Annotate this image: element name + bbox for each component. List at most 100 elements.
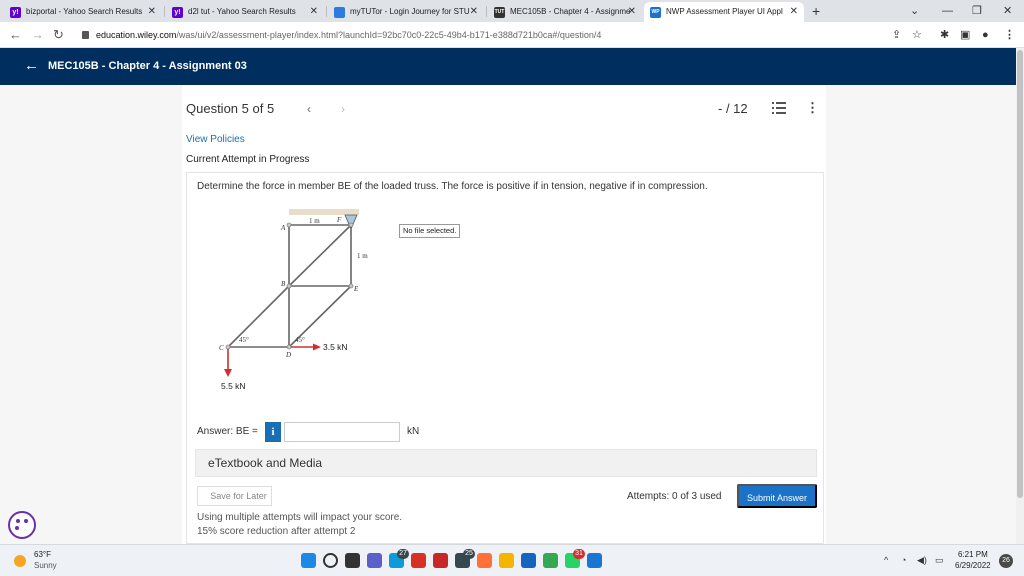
answer-label: Answer: BE = (197, 426, 258, 437)
tab-label: NWP Assessment Player UI Appl (666, 7, 783, 16)
save-for-later-button[interactable]: Save for Later (197, 486, 272, 506)
task-view-icon[interactable] (345, 553, 360, 568)
tab-search-icon[interactable]: ⌄ (910, 2, 919, 20)
lock-icon (82, 31, 89, 39)
battery-icon[interactable]: ▭ (935, 554, 944, 566)
extensions-icon[interactable]: ✱ (940, 27, 949, 43)
wiley-favicon-icon: WP (650, 7, 661, 18)
firefox-icon[interactable] (477, 553, 492, 568)
joint-a (286, 222, 292, 228)
files-icon[interactable] (499, 553, 514, 568)
browser-tab[interactable]: myTUTor - Login Journey for STU ✕ (328, 2, 484, 22)
forward-arrow-icon[interactable]: → (31, 26, 44, 44)
browser-tab[interactable]: TUT MEC105B - Chapter 4 - Assignme ✕ (488, 2, 642, 22)
info-icon[interactable]: i (265, 422, 281, 442)
chrome-icon[interactable] (543, 553, 558, 568)
app-u-icon[interactable] (521, 553, 536, 568)
tab-divider (326, 6, 327, 17)
close-tab-icon[interactable]: ✕ (148, 2, 156, 22)
joint-e (348, 283, 354, 289)
horizontal-load-label: 3.5 kN (323, 342, 348, 352)
close-tab-icon[interactable]: ✕ (628, 2, 636, 22)
weather-condition: Sunny (34, 561, 57, 570)
close-tab-icon[interactable]: ✕ (790, 2, 798, 22)
tab-label: myTUTor - Login Journey for STU (350, 7, 470, 16)
profile-icon[interactable]: ● (982, 27, 989, 43)
browser-tab[interactable]: y! bizportal - Yahoo Search Results ✕ (4, 2, 162, 22)
etextbook-media-section[interactable]: eTextbook and Media (195, 449, 817, 477)
label-c: C (219, 344, 224, 352)
browser-menu-icon[interactable]: ⋮ (1004, 27, 1015, 43)
back-to-assignment-icon[interactable]: ← (24, 57, 39, 75)
question-text: Determine the force in member BE of the … (197, 181, 708, 192)
reload-icon[interactable]: ↻ (53, 26, 64, 44)
answer-input[interactable] (284, 422, 400, 442)
minimize-icon[interactable]: — (942, 2, 953, 20)
scrollbar-thumb[interactable] (1017, 50, 1023, 498)
arrowhead-down-icon (224, 369, 232, 377)
sun-icon[interactable] (14, 555, 26, 567)
label-e: E (353, 285, 359, 293)
main-content: Question 5 of 5 ‹ › - / 12 ⋮ View Polici… (0, 85, 1016, 544)
assignment-header: ← MEC105B - Chapter 4 - Assignment 03 (0, 48, 1016, 85)
clock-time[interactable]: 6:21 PM (958, 550, 988, 560)
assignment-title: MEC105B - Chapter 4 - Assignment 03 (48, 60, 247, 72)
file-status: No file selected. (399, 224, 461, 238)
browser-tab-active[interactable]: WP NWP Assessment Player UI Appl ✕ (644, 2, 804, 22)
close-tab-icon[interactable]: ✕ (310, 2, 318, 22)
close-window-icon[interactable]: ✕ (1003, 2, 1012, 20)
palette-help-icon[interactable] (8, 511, 36, 539)
tray-overflow-icon[interactable]: ^ (884, 554, 888, 566)
view-policies-link[interactable]: View Policies (186, 133, 245, 147)
yahoo-favicon-icon: y! (172, 7, 183, 18)
label-b: B (281, 280, 286, 288)
share-icon[interactable]: ⇪ (892, 27, 901, 43)
tab-label: bizportal - Yahoo Search Results (26, 7, 143, 16)
app-badge: 27 (397, 549, 409, 559)
url-path: /was/ui/v2/assessment-player/index.html?… (176, 30, 602, 40)
previous-question-icon[interactable]: ‹ (307, 100, 311, 118)
clock-date[interactable]: 6/29/2022 (955, 561, 991, 571)
next-question-icon[interactable]: › (341, 100, 345, 118)
sidepanel-icon[interactable]: ▣ (960, 27, 970, 43)
dimension-top: 1 m (309, 217, 320, 225)
app-red-2-icon[interactable] (433, 553, 448, 568)
app-red-icon[interactable] (411, 553, 426, 568)
attempts-warning: Using multiple attempts will impact your… (197, 512, 403, 523)
joint-b (286, 283, 292, 289)
question-list-icon[interactable] (772, 101, 786, 115)
more-options-icon[interactable]: ⋮ (806, 101, 819, 115)
score-reduction-note: 15% score reduction after attempt 2 (197, 526, 356, 537)
wall-support (289, 209, 359, 215)
volume-icon[interactable]: ◀) (917, 554, 927, 566)
app-blue-icon[interactable] (587, 553, 602, 568)
wifi-icon[interactable]: ◔ (901, 554, 906, 566)
search-icon[interactable] (323, 553, 338, 568)
question-score: - / 12 (718, 101, 748, 116)
windows-taskbar: 63°F Sunny 27 25 31 ^ ◔ ◀) ▭ 6:21 PM 6/29/… (0, 544, 1024, 576)
app-badge: 25 (463, 549, 475, 559)
mytutor-favicon-icon (334, 7, 345, 18)
weather-temperature: 63°F (34, 550, 51, 559)
browser-tab-strip: y! bizportal - Yahoo Search Results ✕ y!… (0, 0, 1024, 22)
chat-icon[interactable] (367, 553, 382, 568)
yahoo-favicon-icon: y! (10, 7, 21, 18)
browser-tab[interactable]: y! d2l tut - Yahoo Search Results ✕ (166, 2, 324, 22)
tab-divider (164, 6, 165, 17)
url-field[interactable]: education.wiley.com/was/ui/v2/assessment… (82, 27, 872, 43)
restore-icon[interactable]: ❐ (972, 2, 982, 20)
new-tab-button[interactable]: + (812, 2, 820, 20)
app-badge: 31 (573, 549, 585, 559)
vertical-load-label: 5.5 kN (221, 381, 246, 391)
windows-start-icon[interactable] (301, 553, 316, 568)
label-d: D (285, 351, 291, 359)
back-arrow-icon[interactable]: ← (9, 26, 22, 44)
close-tab-icon[interactable]: ✕ (470, 2, 478, 22)
bookmark-star-icon[interactable]: ☆ (912, 27, 922, 43)
address-bar-row: ← → ↻ education.wiley.com/was/ui/v2/asse… (0, 22, 1024, 48)
tab-label: MEC105B - Chapter 4 - Assignme (510, 7, 631, 16)
submit-answer-button[interactable]: Submit Answer (737, 484, 817, 508)
page-scrollbar[interactable] (1016, 48, 1024, 544)
angle-left: 45° (239, 336, 249, 344)
notification-badge[interactable]: 26 (999, 554, 1013, 568)
